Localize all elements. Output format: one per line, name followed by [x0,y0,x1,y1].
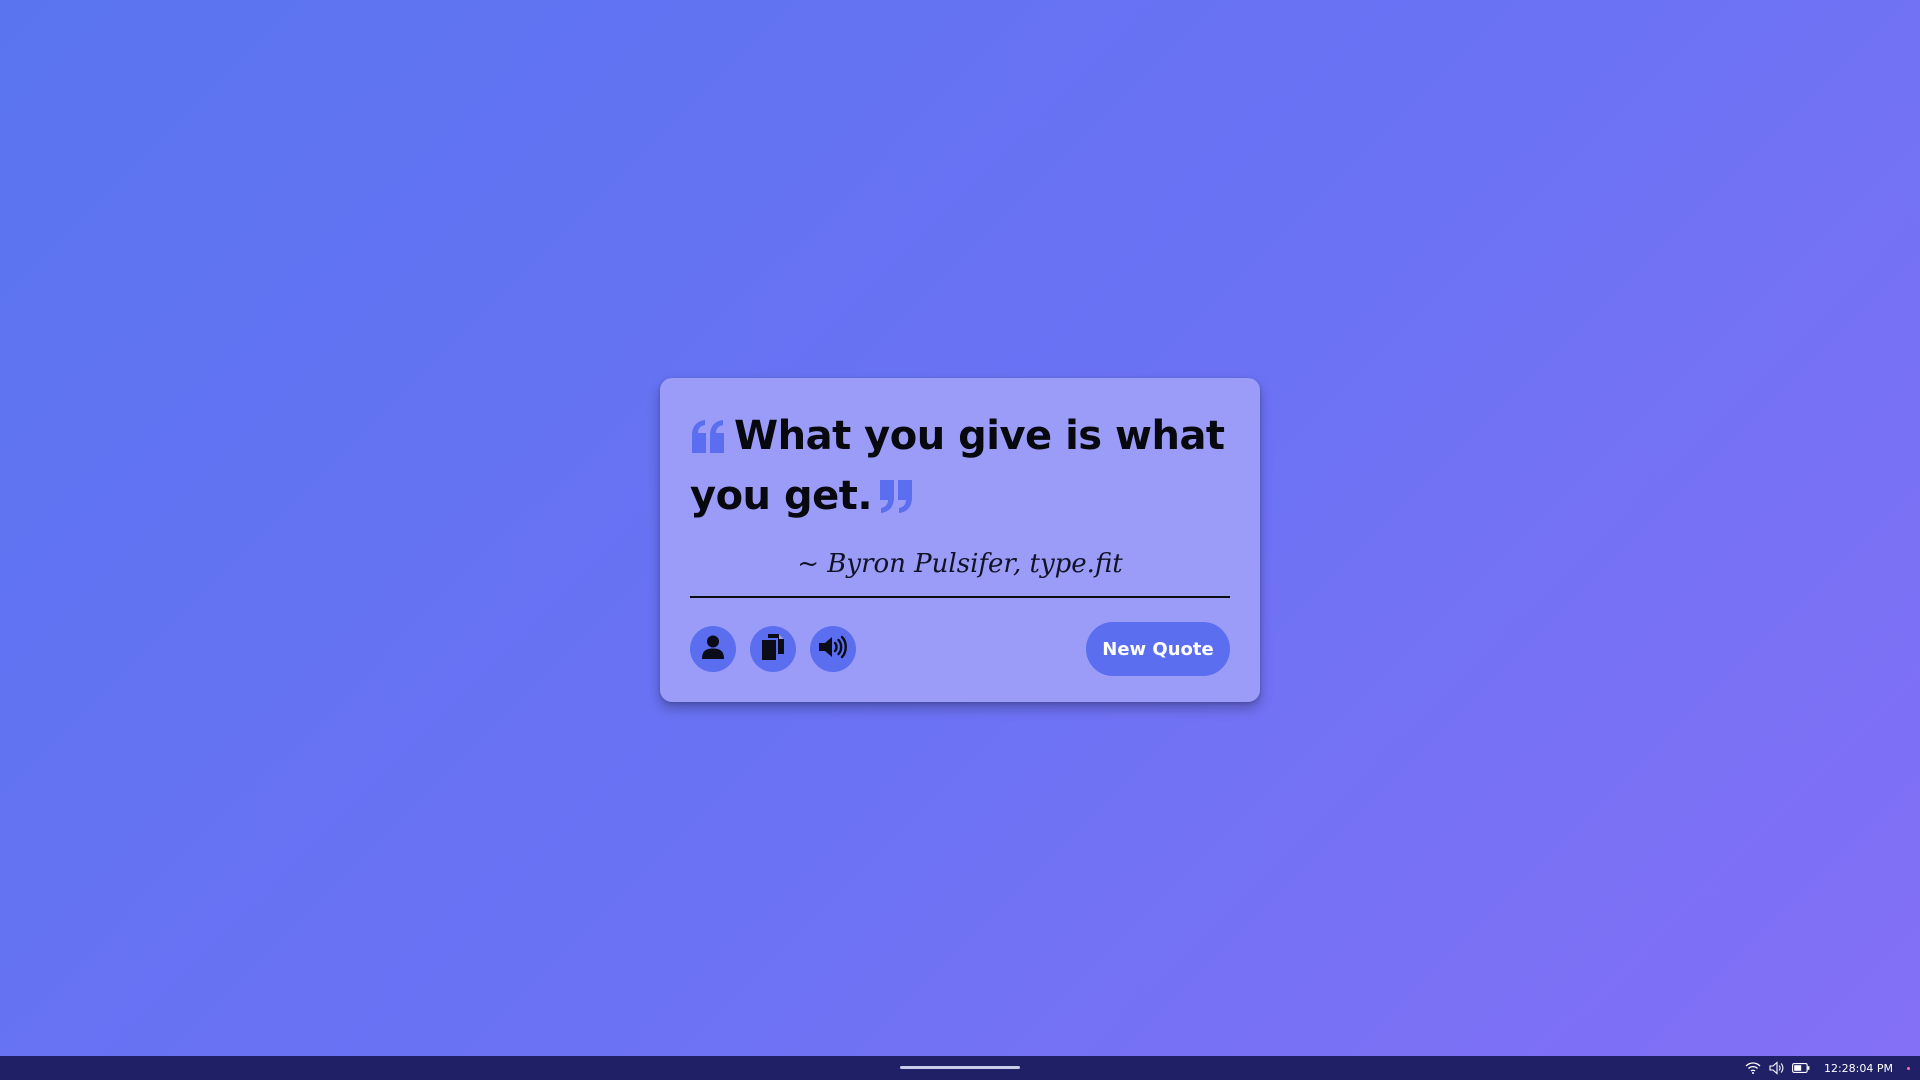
home-indicator[interactable] [900,1066,1020,1069]
copy-button[interactable] [750,626,796,672]
quote-text: What you give is what you get. [690,413,1225,519]
notification-dot[interactable] [1907,1066,1910,1070]
volume-icon[interactable] [1768,1059,1786,1077]
battery-icon[interactable] [1792,1059,1810,1077]
quote-block: What you give is what you get. [690,406,1230,526]
clock[interactable]: 12:28:04 PM [1824,1062,1893,1075]
actions-row: New Quote [690,622,1230,676]
quote-card: What you give is what you get. ~ Byron P… [660,378,1260,702]
quote-right-icon [878,466,916,526]
quote-author: ~ Byron Pulsifer, type.fit [797,549,1123,579]
new-quote-button[interactable]: New Quote [1086,622,1230,676]
copy-icon [762,633,784,665]
taskbar: 12:28:04 PM [0,1056,1920,1080]
user-icon [702,635,724,664]
speaker-icon [819,635,847,664]
quote-left-icon [690,406,728,466]
system-tray: 12:28:04 PM [1738,1056,1910,1080]
speak-button[interactable] [810,626,856,672]
divider [690,596,1230,598]
wifi-icon[interactable] [1744,1059,1762,1077]
author-button[interactable] [690,626,736,672]
